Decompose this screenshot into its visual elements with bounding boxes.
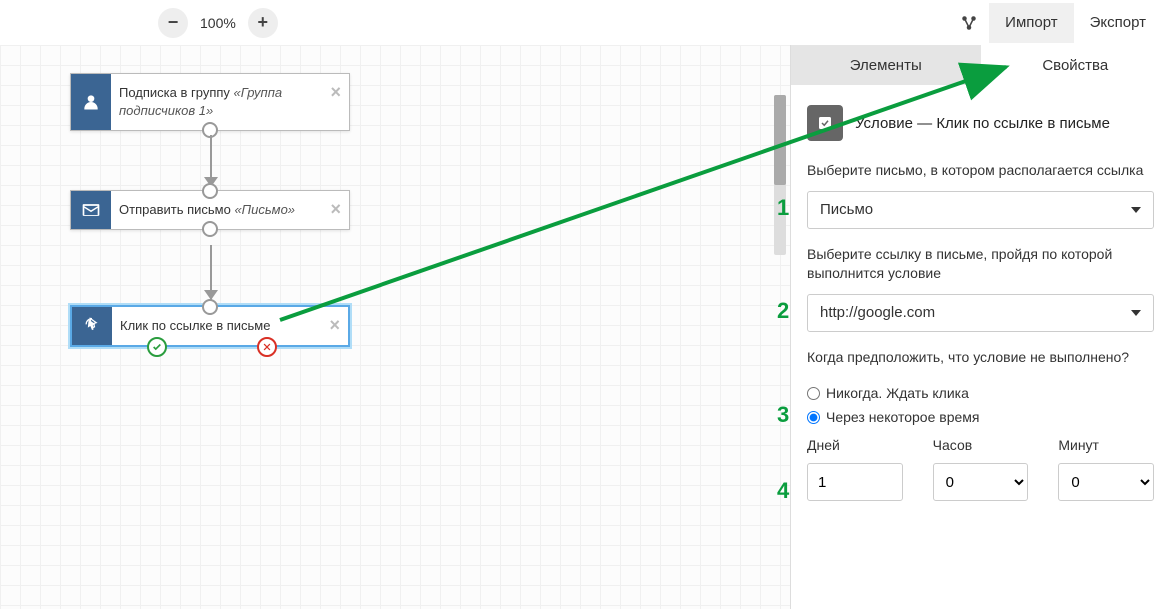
time-days-col: Дней bbox=[807, 437, 903, 501]
node-label-prefix: Подписка в группу bbox=[119, 85, 234, 100]
radio-label: Через некоторое время bbox=[826, 409, 979, 425]
node-close-icon[interactable]: × bbox=[330, 80, 341, 105]
tab-properties[interactable]: Свойства bbox=[981, 45, 1170, 85]
link-select[interactable]: http://google.com bbox=[807, 294, 1154, 332]
success-port[interactable] bbox=[147, 337, 167, 357]
radio-after-time-input[interactable] bbox=[807, 411, 820, 424]
node-subscribe[interactable]: Подписка в группу «Группа подписчиков 1»… bbox=[70, 73, 350, 131]
fail-port[interactable] bbox=[257, 337, 277, 357]
automation-icon-button[interactable] bbox=[949, 3, 989, 43]
import-button[interactable]: Импорт bbox=[989, 3, 1073, 43]
connector-out[interactable] bbox=[202, 221, 218, 237]
sidebar: Элементы Свойства Условие — Клик по ссыл… bbox=[790, 45, 1170, 609]
subscribe-icon bbox=[71, 74, 111, 130]
days-input[interactable] bbox=[807, 463, 903, 501]
time-row: Дней Часов 0 Минут 0 bbox=[791, 437, 1170, 501]
annotation-1: 1 bbox=[777, 195, 789, 221]
hours-select[interactable]: 0 bbox=[933, 463, 1029, 501]
topbar-actions: Импорт Экспорт bbox=[949, 3, 1162, 43]
field-timeout: Когда предположить, что условие не выпол… bbox=[791, 348, 1170, 386]
tab-elements[interactable]: Элементы bbox=[791, 45, 981, 85]
node-label: Клик по ссылке в письме bbox=[120, 318, 270, 333]
annotation-3: 3 bbox=[777, 402, 789, 428]
node-send-email[interactable]: Отправить письмо «Письмо» × bbox=[70, 190, 350, 230]
annotation-4: 4 bbox=[777, 478, 789, 504]
radio-label: Никогда. Ждать клика bbox=[826, 385, 969, 401]
node-label-italic: «Письмо» bbox=[234, 202, 295, 217]
click-icon bbox=[72, 307, 112, 345]
node-body: Отправить письмо «Письмо» × bbox=[111, 191, 349, 229]
annotation-2: 2 bbox=[777, 298, 789, 324]
field-label: Выберите ссылку в письме, пройдя по кото… bbox=[807, 245, 1154, 284]
radio-after-time[interactable]: Через некоторое время bbox=[791, 409, 1170, 425]
node-close-icon[interactable]: × bbox=[329, 313, 340, 338]
node-label-prefix: Отправить письмо bbox=[119, 202, 234, 217]
field-label: Выберите письмо, в котором располагается… bbox=[807, 161, 1154, 181]
time-hours-col: Часов 0 bbox=[933, 437, 1029, 501]
mins-select[interactable]: 0 bbox=[1058, 463, 1154, 501]
time-label: Часов bbox=[933, 437, 1029, 453]
export-button[interactable]: Экспорт bbox=[1074, 3, 1162, 43]
topbar: − 100% + Импорт Экспорт bbox=[0, 0, 1170, 45]
field-email: Выберите письмо, в котором располагается… bbox=[791, 161, 1170, 245]
canvas[interactable]: Подписка в группу «Группа подписчиков 1»… bbox=[0, 45, 790, 609]
automation-icon bbox=[960, 14, 978, 32]
status-icons bbox=[147, 337, 277, 357]
field-label: Когда предположить, что условие не выпол… bbox=[807, 348, 1154, 368]
email-select[interactable]: Письмо bbox=[807, 191, 1154, 229]
select-value: Письмо bbox=[820, 201, 873, 218]
email-icon bbox=[71, 191, 111, 229]
zoom-level: 100% bbox=[190, 15, 246, 31]
section-header: Условие — Клик по ссылке в письме bbox=[791, 85, 1170, 161]
time-label: Дней bbox=[807, 437, 903, 453]
chevron-down-icon bbox=[1131, 207, 1141, 213]
scrollbar-vertical[interactable] bbox=[774, 95, 786, 255]
condition-icon bbox=[807, 105, 843, 141]
radio-never-input[interactable] bbox=[807, 387, 820, 400]
sidebar-tabs: Элементы Свойства bbox=[791, 45, 1170, 85]
zoom-out-button[interactable]: − bbox=[158, 8, 188, 38]
chevron-down-icon bbox=[1131, 310, 1141, 316]
zoom-in-button[interactable]: + bbox=[248, 8, 278, 38]
time-mins-col: Минут 0 bbox=[1058, 437, 1154, 501]
select-value: http://google.com bbox=[820, 304, 935, 321]
node-close-icon[interactable]: × bbox=[330, 197, 341, 222]
field-link: Выберите ссылку в письме, пройдя по кото… bbox=[791, 245, 1170, 348]
node-link-click[interactable]: Клик по ссылке в письме × bbox=[70, 305, 350, 347]
time-label: Минут bbox=[1058, 437, 1154, 453]
node-body: Подписка в группу «Группа подписчиков 1»… bbox=[111, 74, 349, 130]
radio-never[interactable]: Никогда. Ждать клика bbox=[791, 385, 1170, 401]
zoom-controls: − 100% + bbox=[158, 8, 278, 38]
scrollbar-thumb[interactable] bbox=[774, 95, 786, 185]
section-title: Условие — Клик по ссылке в письме bbox=[855, 115, 1110, 132]
